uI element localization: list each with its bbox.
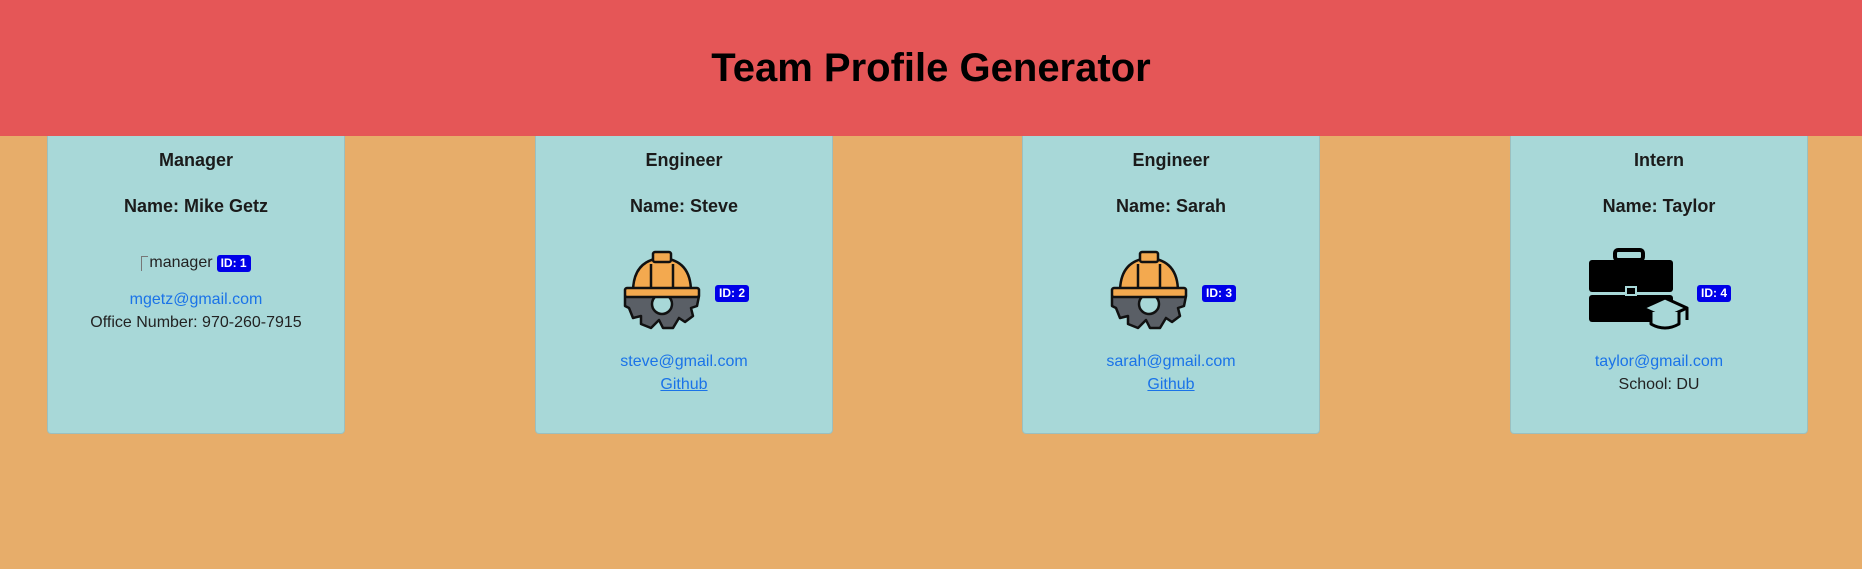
card-image-row: manager ID: 1 bbox=[48, 252, 344, 274]
engineer-helmet-gear-icon bbox=[1106, 248, 1192, 339]
employee-card-intern: Intern Name: Taylor ID: 4 taylor@gmail.c… bbox=[1510, 136, 1808, 434]
email-link[interactable]: sarah@gmail.com bbox=[1023, 353, 1319, 371]
page-header: Team Profile Generator bbox=[0, 0, 1862, 136]
id-badge: ID: 1 bbox=[216, 254, 251, 272]
manager-image-broken: manager bbox=[141, 254, 213, 272]
page-title: Team Profile Generator bbox=[711, 45, 1151, 90]
card-role: Engineer bbox=[1132, 150, 1210, 170]
intern-briefcase-grad-cap-icon bbox=[1587, 247, 1691, 339]
engineer-helmet-gear-icon bbox=[619, 248, 705, 339]
employee-card-engineer: Engineer Name: Steve ID: 2 steve@gmail.c… bbox=[535, 136, 833, 434]
card-name: Name: Sarah bbox=[1115, 196, 1227, 216]
id-badge: ID: 4 bbox=[1696, 284, 1731, 302]
email-link[interactable]: mgetz@gmail.com bbox=[48, 291, 344, 309]
card-image-row: ID: 4 bbox=[1511, 247, 1807, 339]
card-name: Name: Taylor bbox=[1602, 196, 1716, 216]
email-link[interactable]: steve@gmail.com bbox=[536, 353, 832, 371]
card-image-row: ID: 2 bbox=[536, 250, 832, 336]
office-number: Office Number: 970-260-7915 bbox=[90, 314, 302, 331]
school: School: DU bbox=[1618, 376, 1700, 393]
id-badge: ID: 3 bbox=[1201, 284, 1236, 302]
github-link[interactable]: Github bbox=[1023, 376, 1319, 394]
card-role: Engineer bbox=[645, 150, 723, 170]
id-badge: ID: 2 bbox=[714, 284, 749, 302]
employee-card-manager: Manager Name: Mike Getz manager ID: 1 mg… bbox=[47, 136, 345, 434]
card-role: Manager bbox=[158, 150, 234, 170]
github-link[interactable]: Github bbox=[536, 376, 832, 394]
card-name: Name: Steve bbox=[629, 196, 739, 216]
card-name: Name: Mike Getz bbox=[123, 196, 269, 216]
card-image-row: ID: 3 bbox=[1023, 250, 1319, 336]
manager-image-alt: manager bbox=[149, 254, 213, 271]
card-role: Intern bbox=[1633, 150, 1684, 170]
email-link[interactable]: taylor@gmail.com bbox=[1511, 353, 1807, 371]
employee-card-engineer: Engineer Name: Sarah ID: 3 sarah@gmail.c… bbox=[1022, 136, 1320, 434]
